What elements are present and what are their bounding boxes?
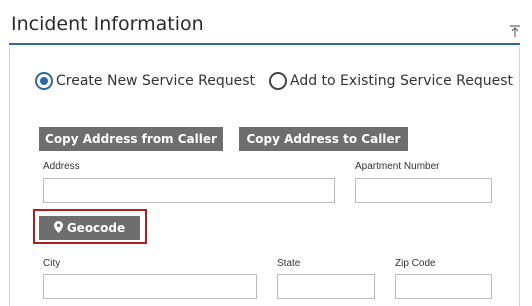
apartment-number-input[interactable]	[355, 178, 492, 203]
header-divider	[9, 43, 520, 45]
collapse-up-icon[interactable]	[508, 24, 522, 38]
radio-button-unchecked[interactable]	[269, 72, 287, 90]
radio-label-create-new: Create New Service Request	[56, 73, 256, 89]
radio-button-checked[interactable]	[35, 72, 53, 90]
section-title: Incident Information	[11, 13, 204, 35]
city-input[interactable]	[43, 274, 257, 299]
copy-address-from-caller-button[interactable]: Copy Address from Caller	[39, 127, 223, 151]
radio-add-existing[interactable]: Add to Existing Service Request	[269, 72, 513, 90]
radio-create-new[interactable]: Create New Service Request	[35, 72, 255, 90]
zip-code-label: Zip Code	[395, 258, 436, 269]
radio-label-add-existing: Add to Existing Service Request	[290, 73, 514, 89]
copy-address-to-caller-button[interactable]: Copy Address to Caller	[239, 127, 408, 151]
city-label: City	[43, 258, 61, 269]
address-input[interactable]	[43, 178, 335, 203]
geocode-button[interactable]: Geocode	[39, 216, 140, 240]
apartment-number-label: Apartment Number	[355, 161, 440, 172]
state-label: State	[277, 258, 301, 269]
geocode-button-label: Geocode	[66, 221, 126, 235]
state-input[interactable]	[277, 274, 375, 299]
section-header: Incident Information	[0, 0, 532, 46]
map-pin-icon	[53, 220, 63, 236]
address-label: Address	[43, 161, 80, 172]
zip-code-input[interactable]	[395, 274, 492, 299]
